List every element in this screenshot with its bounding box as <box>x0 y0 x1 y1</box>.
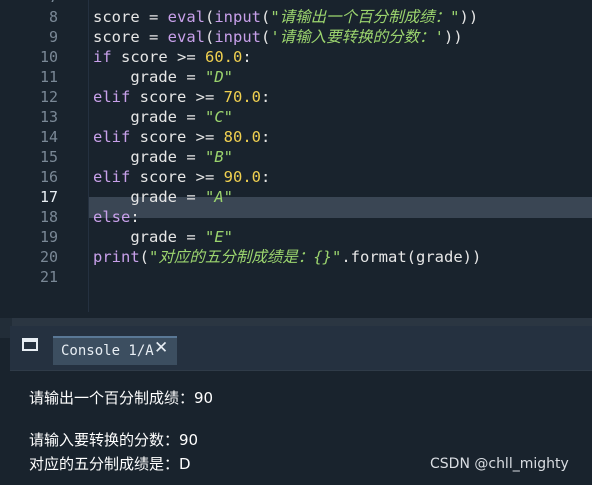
line-number: 12 <box>39 88 58 106</box>
console-output-line: 请输出一个百分制成绩：90 <box>29 389 214 407</box>
line-number: 20 <box>39 248 58 266</box>
console-window-icon[interactable] <box>22 338 38 351</box>
code-line[interactable]: grade = "B" <box>93 147 233 167</box>
code-line[interactable]: grade = "C" <box>93 107 233 127</box>
line-number: 11 <box>39 68 58 86</box>
gutter-divider <box>88 0 89 312</box>
code-token: input <box>214 8 261 26</box>
line-number: 21 <box>39 268 58 286</box>
code-token: : <box>242 48 252 66</box>
console-output-line: 对应的五分制成绩是：D <box>29 455 191 473</box>
code-line[interactable]: else: <box>93 207 140 227</box>
line-number: 8 <box>48 8 58 26</box>
code-token: if <box>93 48 112 66</box>
code-token: else <box>93 208 131 226</box>
code-token: "E" <box>204 228 233 246</box>
code-token: grade = <box>93 108 205 126</box>
code-token: .format(grade)) <box>341 248 482 266</box>
line-number: 17 <box>39 188 58 206</box>
code-line[interactable]: print("对应的五分制成绩是：{}".format(grade)) <box>93 247 481 267</box>
code-token: elif <box>93 168 131 186</box>
code-token: "对应的五分制成绩是：{}" <box>149 248 342 266</box>
console-output-line: 请输入要转换的分数：90 <box>29 431 199 449</box>
code-token: score >= <box>130 128 224 146</box>
code-token: 70.0 <box>223 88 261 106</box>
code-token: grade = <box>93 228 205 246</box>
code-token: "请输出一个百分制成绩：" <box>270 8 460 26</box>
code-token: "D" <box>204 68 233 86</box>
line-number: 10 <box>39 48 58 66</box>
code-token: score = <box>93 28 168 46</box>
line-number: 18 <box>39 208 58 226</box>
code-token: eval <box>167 28 205 46</box>
code-token: input <box>214 28 261 46</box>
code-token: eval <box>167 8 205 26</box>
code-token: print <box>93 248 140 266</box>
code-token: score >= <box>130 168 224 186</box>
line-number: 16 <box>39 168 58 186</box>
code-token: 90.0 <box>223 168 261 186</box>
code-token: : <box>260 88 271 106</box>
code-token: elif <box>93 88 131 106</box>
code-line[interactable]: grade = "A" <box>93 187 233 207</box>
line-number: 13 <box>39 108 58 126</box>
code-token: 60.0 <box>205 48 243 66</box>
code-token: ( <box>139 248 150 266</box>
code-token: ( <box>204 28 215 46</box>
watermark: CSDN @chll_mighty <box>430 456 569 472</box>
code-token: score >= <box>111 48 205 66</box>
code-token: : <box>260 168 271 186</box>
code-token: grade = <box>93 68 205 86</box>
line-number: 7 <box>0 0 58 7</box>
code-token: "C" <box>204 108 233 126</box>
console-tab-label: Console 1/A <box>61 343 154 359</box>
line-number: 9 <box>48 28 58 46</box>
code-token: ( <box>261 28 271 46</box>
code-line[interactable]: score = eval(input("请输出一个百分制成绩：")) <box>93 7 478 27</box>
close-icon[interactable]: ✕ <box>154 338 168 358</box>
code-token: ( <box>261 8 271 26</box>
pane-splitter[interactable] <box>0 318 592 326</box>
code-token: grade = <box>93 148 205 166</box>
line-number: 14 <box>39 128 58 146</box>
code-token: )) <box>459 8 479 26</box>
code-token: score >= <box>130 88 224 106</box>
code-token: 80.0 <box>223 128 261 146</box>
code-token: '请输入要转换的分数：' <box>270 28 445 46</box>
code-token: )) <box>444 28 463 46</box>
code-token: : <box>260 128 271 146</box>
code-token: "B" <box>204 148 233 166</box>
code-editor[interactable]: score = eval(input("请输出一个百分制成绩：")) score … <box>0 0 592 318</box>
code-token: grade = <box>93 188 205 206</box>
code-token: ( <box>204 8 215 26</box>
code-line[interactable]: elif score >= 70.0: <box>93 87 270 107</box>
code-line[interactable]: elif score >= 90.0: <box>93 167 270 187</box>
code-line[interactable]: elif score >= 80.0: <box>93 127 270 147</box>
code-line[interactable]: grade = "D" <box>93 67 233 87</box>
code-line[interactable]: grade = "E" <box>93 227 233 247</box>
code-token: elif <box>93 128 131 146</box>
code-token: : <box>130 208 140 226</box>
code-token: score = <box>93 8 168 26</box>
code-line[interactable]: score = eval(input('请输入要转换的分数：')) <box>93 27 463 47</box>
code-token: "A" <box>204 188 233 206</box>
line-number: 19 <box>39 228 58 246</box>
code-line[interactable]: if score >= 60.0: <box>93 47 252 67</box>
line-number: 15 <box>39 148 58 166</box>
